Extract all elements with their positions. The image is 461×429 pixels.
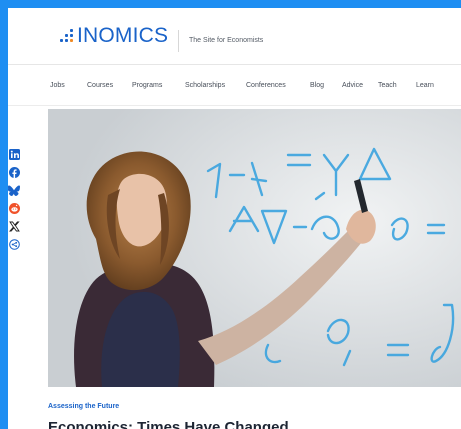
main-nav: Jobs Courses Programs Scholarships Confe… <box>8 65 461 105</box>
site-header: INOMICS The Site for Economists <box>8 8 461 63</box>
facebook-icon[interactable] <box>8 166 20 178</box>
article-title: Economics: Times Have Changed <box>48 419 289 429</box>
nav-item-jobs[interactable]: Jobs <box>50 82 65 89</box>
x-icon[interactable] <box>8 220 20 232</box>
nav-item-conferences[interactable]: Conferences <box>246 82 286 89</box>
nav-divider <box>8 105 461 106</box>
bluesky-icon[interactable] <box>8 184 20 196</box>
logo-dots-icon <box>60 27 74 45</box>
site-logo[interactable]: INOMICS <box>60 24 168 48</box>
logo-text: INOMICS <box>77 24 169 47</box>
nav-item-blog[interactable]: Blog <box>310 82 324 89</box>
nav-item-teach[interactable]: Teach <box>378 82 397 89</box>
nav-item-scholarships[interactable]: Scholarships <box>185 82 225 89</box>
nav-item-courses[interactable]: Courses <box>87 82 113 89</box>
nav-item-programs[interactable]: Programs <box>132 82 162 89</box>
page: INOMICS The Site for Economists Jobs Cou… <box>8 8 461 429</box>
logo-divider <box>178 30 179 52</box>
share-icon[interactable] <box>8 238 20 250</box>
nav-item-learn[interactable]: Learn <box>416 82 434 89</box>
reddit-icon[interactable] <box>8 202 20 214</box>
article-kicker[interactable]: Assessing the Future <box>48 403 119 410</box>
hero-illustration <box>48 109 461 387</box>
nav-item-advice[interactable]: Advice <box>342 82 363 89</box>
hero-image <box>48 109 461 387</box>
site-tagline: The Site for Economists <box>189 37 264 44</box>
linkedin-icon[interactable] <box>8 148 20 160</box>
